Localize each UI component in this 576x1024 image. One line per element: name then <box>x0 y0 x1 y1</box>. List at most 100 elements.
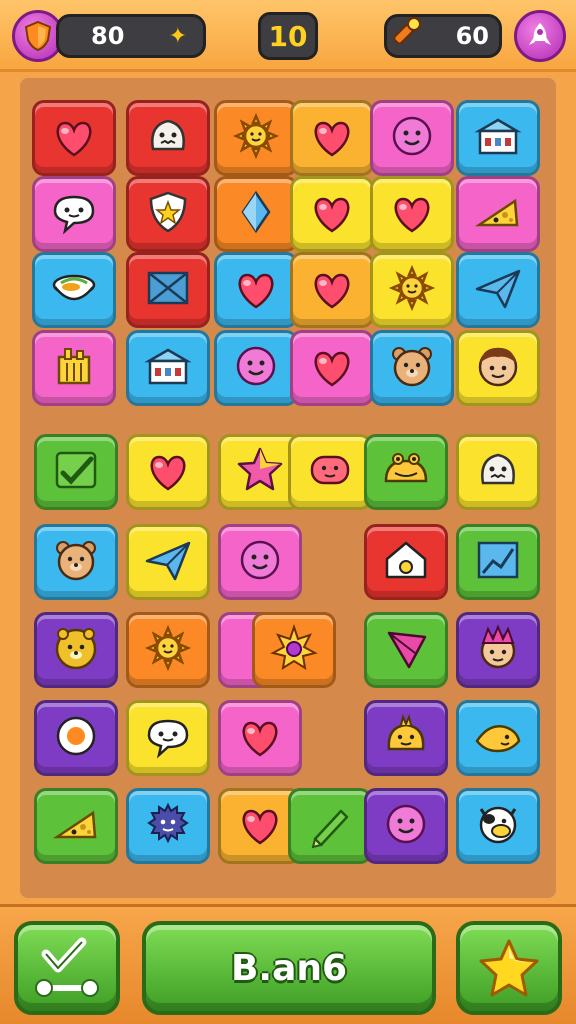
connect-icon <box>35 937 99 997</box>
tile-heart[interactable] <box>218 700 302 776</box>
tile-puffer-face[interactable] <box>126 788 210 864</box>
tile-bear-face[interactable] <box>34 524 118 600</box>
tile-smiley[interactable] <box>364 788 448 864</box>
cheese-icon <box>471 187 525 241</box>
chick-face-icon <box>379 711 433 765</box>
building-icon <box>471 111 525 165</box>
boy-face-icon <box>471 341 525 395</box>
egg-icon <box>49 711 103 765</box>
tile-punk-face[interactable] <box>456 612 540 688</box>
tile-monster-face[interactable] <box>456 434 540 510</box>
sun-icon <box>385 263 439 317</box>
chart-icon <box>471 535 525 589</box>
left-counter-value: 80 <box>91 22 125 50</box>
lion-face-icon <box>49 623 103 677</box>
factory-icon <box>47 341 101 395</box>
tile-egg[interactable] <box>34 700 118 776</box>
tile-paper-plane[interactable] <box>456 252 540 328</box>
tile-fish[interactable] <box>456 700 540 776</box>
tile-sun[interactable] <box>370 252 454 328</box>
tile-bowl[interactable] <box>32 252 116 328</box>
sun-icon <box>141 623 195 677</box>
flashlight-icon <box>389 16 423 56</box>
heart-icon <box>233 799 287 853</box>
tile-heart[interactable] <box>290 100 374 176</box>
tile-shield-star[interactable] <box>126 176 210 252</box>
paper-plane-icon <box>141 535 195 589</box>
pencil-icon <box>303 799 357 853</box>
speech-bubble-icon <box>141 711 195 765</box>
tile-building[interactable] <box>126 330 210 406</box>
tile-heart[interactable] <box>126 434 210 510</box>
tile-smiley[interactable] <box>218 524 302 600</box>
tile-cheese[interactable] <box>34 788 118 864</box>
tile-check[interactable] <box>34 434 118 510</box>
bear-face-icon <box>49 535 103 589</box>
sun-icon <box>229 111 283 165</box>
heart-icon <box>141 445 195 499</box>
tile-chart[interactable] <box>456 524 540 600</box>
main-action-label: B.an6 <box>230 947 348 989</box>
tile-smiley[interactable] <box>370 100 454 176</box>
main-action-button[interactable]: B.an6 <box>142 921 436 1015</box>
punk-face-icon <box>471 623 525 677</box>
tile-monster-face[interactable] <box>126 100 210 176</box>
cheese-icon <box>49 799 103 853</box>
right-counter-value: 60 <box>455 22 489 50</box>
bottom-controls: B.an6 <box>0 904 576 1024</box>
tile-diamond[interactable] <box>214 176 298 252</box>
right-counter: 60 <box>384 14 502 58</box>
tile-sun[interactable] <box>126 612 210 688</box>
speech-bubble-icon <box>47 187 101 241</box>
level-indicator: 10 <box>258 12 318 60</box>
bowl-icon <box>47 263 101 317</box>
tile-heart[interactable] <box>290 252 374 328</box>
tile-house[interactable] <box>364 524 448 600</box>
tile-heart[interactable] <box>370 176 454 252</box>
tile-paper-plane[interactable] <box>126 524 210 600</box>
tile-boy-face[interactable] <box>456 330 540 406</box>
star-button[interactable] <box>456 921 562 1015</box>
tile-blob-face[interactable] <box>288 434 372 510</box>
heart-icon <box>305 341 359 395</box>
heart-icon <box>233 711 287 765</box>
bear-face-icon <box>385 341 439 395</box>
tile-heart[interactable] <box>290 330 374 406</box>
tile-envelope[interactable] <box>126 252 210 328</box>
heart-icon <box>305 263 359 317</box>
connect-button[interactable] <box>14 921 120 1015</box>
tile-building[interactable] <box>456 100 540 176</box>
gem-icon <box>267 623 321 677</box>
paper-plane-icon <box>471 263 525 317</box>
tile-bear-face[interactable] <box>370 330 454 406</box>
tile-cow-face[interactable] <box>456 788 540 864</box>
fish-icon <box>471 711 525 765</box>
heart-icon <box>305 187 359 241</box>
tile-cheese[interactable] <box>456 176 540 252</box>
tile-heart[interactable] <box>32 100 116 176</box>
tile-factory[interactable] <box>32 330 116 406</box>
top-hud: 80 ✦ 10 60 <box>0 0 576 72</box>
tile-kite[interactable] <box>364 612 448 688</box>
heart-icon <box>47 111 101 165</box>
tile-sun[interactable] <box>214 100 298 176</box>
tile-speech-bubble[interactable] <box>126 700 210 776</box>
diamond-icon <box>229 187 283 241</box>
tile-lion-face[interactable] <box>34 612 118 688</box>
tile-speech-bubble[interactable] <box>32 176 116 252</box>
blob-face-icon <box>303 445 357 499</box>
tile-smiley[interactable] <box>214 330 298 406</box>
puffer-face-icon <box>141 799 195 853</box>
monster-face-icon <box>141 111 195 165</box>
tile-heart[interactable] <box>214 252 298 328</box>
rocket-icon[interactable] <box>514 10 566 62</box>
game-board <box>20 78 556 898</box>
tile-frog-face[interactable] <box>364 434 448 510</box>
tile-pencil[interactable] <box>288 788 372 864</box>
tile-heart[interactable] <box>290 176 374 252</box>
tile-gem[interactable] <box>252 612 336 688</box>
tile-chick-face[interactable] <box>364 700 448 776</box>
heart-icon <box>385 187 439 241</box>
shield-star-icon <box>141 187 195 241</box>
smiley-icon <box>385 111 439 165</box>
